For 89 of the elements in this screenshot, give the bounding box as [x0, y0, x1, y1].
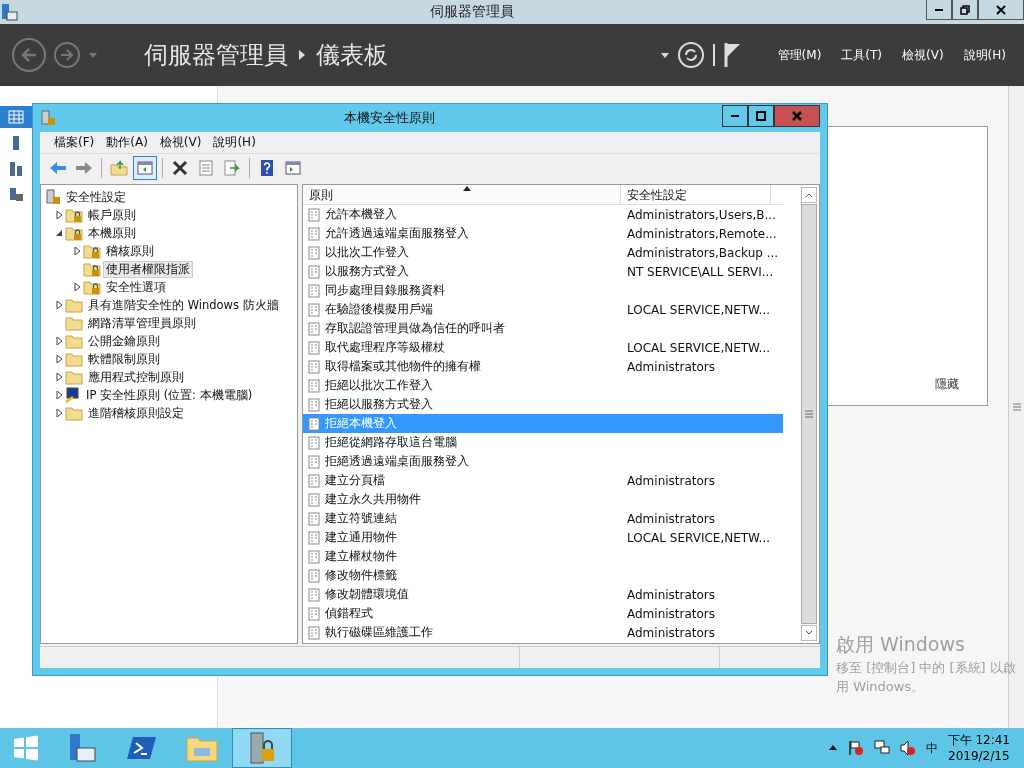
- policy-name: 取代處理程序等級權杖: [325, 339, 445, 356]
- window-title: 伺服器管理員: [429, 3, 515, 21]
- list-row[interactable]: 取得檔案或其他物件的擁有權 Administrators: [303, 357, 783, 376]
- policy-name: 允許透過遠端桌面服務登入: [325, 225, 469, 242]
- tree-item[interactable]: 軟體限制原則: [85, 350, 163, 368]
- activation-title: 啟用 Windows: [836, 632, 966, 657]
- header-menu[interactable]: 工具(T): [835, 46, 889, 64]
- policy-setting: Administrators,Users,B...: [626, 207, 776, 222]
- policy-setting: Administrators: [626, 359, 716, 374]
- list-row[interactable]: 拒絕透過遠端桌面服務登入: [303, 452, 783, 471]
- policy-name: 建立通用物件: [325, 529, 397, 546]
- policy-setting: Administrators: [626, 473, 716, 488]
- tree-item[interactable]: 安全性選項: [103, 278, 169, 296]
- policy-setting: Administrators: [626, 625, 716, 640]
- list-row[interactable]: 同步處理目錄服務資料: [303, 281, 783, 300]
- policy-name: 建立永久共用物件: [325, 491, 421, 508]
- policy-name: 執行磁碟區維護工作: [325, 624, 433, 641]
- policy-name: 拒絕從網路存取這台電腦: [325, 434, 457, 451]
- tree-item[interactable]: 本機原則: [85, 224, 139, 242]
- list-row[interactable]: 修改物件標籤: [303, 566, 783, 585]
- policy-name: 拒絕本機登入: [325, 415, 397, 432]
- tree-item[interactable]: 具有進階安全性的 Windows 防火牆: [85, 296, 282, 314]
- policy-name: 存取認證管理員做為信任的呼叫者: [325, 320, 505, 337]
- dialog-title: 本機安全性原則: [342, 109, 436, 127]
- policy-name: 允許本機登入: [325, 206, 397, 223]
- tree-item[interactable]: IP 安全性原則 (位置: 本機電腦): [83, 386, 256, 404]
- policy-name: 建立權杖物件: [325, 548, 397, 565]
- tree-item[interactable]: 帳戶原則: [85, 206, 139, 224]
- policy-name: 偵錯程式: [325, 605, 373, 622]
- tree-item[interactable]: 安全性設定: [63, 188, 129, 206]
- policy-name: 以批次工作登入: [325, 244, 409, 261]
- list-row[interactable]: 允許透過遠端桌面服務登入 Administrators,Remote...: [303, 224, 783, 243]
- policy-setting: Administrators,Remote...: [626, 226, 777, 241]
- policy-name: 修改物件標籤: [325, 567, 397, 584]
- activation-message: 移至 [控制台] 中的 [系統] 以啟用 Windows。: [836, 659, 1016, 696]
- policy-setting: LOCAL SERVICE,NETW...: [626, 530, 770, 545]
- tree-item[interactable]: 應用程式控制原則: [85, 368, 187, 386]
- policy-setting: Administrators: [626, 606, 716, 621]
- policy-setting: NT SERVICE\ALL SERVI...: [626, 264, 774, 279]
- list-row[interactable]: 拒絕從網路存取這台電腦: [303, 433, 783, 452]
- policy-setting: LOCAL SERVICE,NETW...: [626, 340, 770, 355]
- tree-item[interactable]: 進階稽核原則設定: [85, 404, 187, 422]
- policy-name: 同步處理目錄服務資料: [325, 282, 445, 299]
- list-row[interactable]: 建立分頁檔 Administrators: [303, 471, 783, 490]
- tree-item[interactable]: 網路清單管理員原則: [85, 314, 199, 332]
- list-row[interactable]: 偵錯程式 Administrators: [303, 604, 783, 623]
- ime-indicator[interactable]: 中: [925, 739, 938, 757]
- policy-setting: LOCAL SERVICE,NETW...: [626, 302, 770, 317]
- hide-link[interactable]: 隱藏: [935, 376, 959, 393]
- clock[interactable]: 下午 12:41 2019/2/15: [947, 732, 1010, 764]
- header-menu[interactable]: 檢視(V): [896, 46, 950, 64]
- list-row[interactable]: 取代處理程序等級權杖 LOCAL SERVICE,NETW...: [303, 338, 783, 357]
- list-row[interactable]: 在驗證後模擬用戶端 LOCAL SERVICE,NETW...: [303, 300, 783, 319]
- tree-item[interactable]: 使用者權限指派: [103, 260, 193, 278]
- policy-name: 建立分頁檔: [325, 472, 385, 489]
- policy-name: 取得檔案或其他物件的擁有權: [325, 358, 481, 375]
- menu-item[interactable]: 檢視(V): [153, 134, 208, 151]
- header-menu[interactable]: 說明(H): [957, 46, 1012, 64]
- policy-setting: Administrators: [626, 511, 716, 526]
- list-row[interactable]: 以批次工作登入 Administrators,Backup ...: [303, 243, 783, 262]
- policy-name: 建立符號連結: [325, 510, 397, 527]
- policy-name: 修改韌體環境值: [325, 586, 409, 603]
- list-row[interactable]: 存取認證管理員做為信任的呼叫者: [303, 319, 783, 338]
- list-row[interactable]: 執行磁碟區維護工作 Administrators: [303, 623, 783, 642]
- list-row[interactable]: 建立符號連結 Administrators: [303, 509, 783, 528]
- tree-item[interactable]: 公開金鑰原則: [85, 332, 163, 350]
- list-row[interactable]: 拒絕以服務方式登入: [303, 395, 783, 414]
- policy-name: 拒絕以服務方式登入: [325, 396, 433, 413]
- tree-item[interactable]: 稽核原則: [103, 242, 157, 260]
- menu-item[interactable]: 說明(H): [207, 134, 262, 151]
- list-row[interactable]: 建立權杖物件: [303, 547, 783, 566]
- menu-item[interactable]: 檔案(F): [48, 134, 101, 151]
- list-row[interactable]: 建立永久共用物件: [303, 490, 783, 509]
- policy-name: 拒絕透過遠端桌面服務登入: [325, 453, 469, 470]
- list-row[interactable]: 拒絕以批次工作登入: [303, 376, 783, 395]
- policy-setting: Administrators: [626, 587, 716, 602]
- breadcrumb-item[interactable]: 伺服器管理員: [144, 39, 288, 71]
- list-row[interactable]: 修改韌體環境值 Administrators: [303, 585, 783, 604]
- breadcrumb-item[interactable]: 儀表板: [316, 39, 388, 71]
- policy-name: 拒絕以批次工作登入: [325, 377, 433, 394]
- list-row[interactable]: 以服務方式登入 NT SERVICE\ALL SERVI...: [303, 262, 783, 281]
- policy-name: 在驗證後模擬用戶端: [325, 301, 433, 318]
- menu-item[interactable]: 動作(A): [100, 134, 154, 151]
- policy-name: 以服務方式登入: [325, 263, 409, 280]
- policy-setting: Administrators,Backup ...: [626, 245, 779, 260]
- header-menu[interactable]: 管理(M): [771, 46, 828, 64]
- column-header[interactable]: 原則: [303, 185, 621, 204]
- list-row[interactable]: 允許本機登入 Administrators,Users,B...: [303, 205, 783, 224]
- list-row[interactable]: 建立通用物件 LOCAL SERVICE,NETW...: [303, 528, 783, 547]
